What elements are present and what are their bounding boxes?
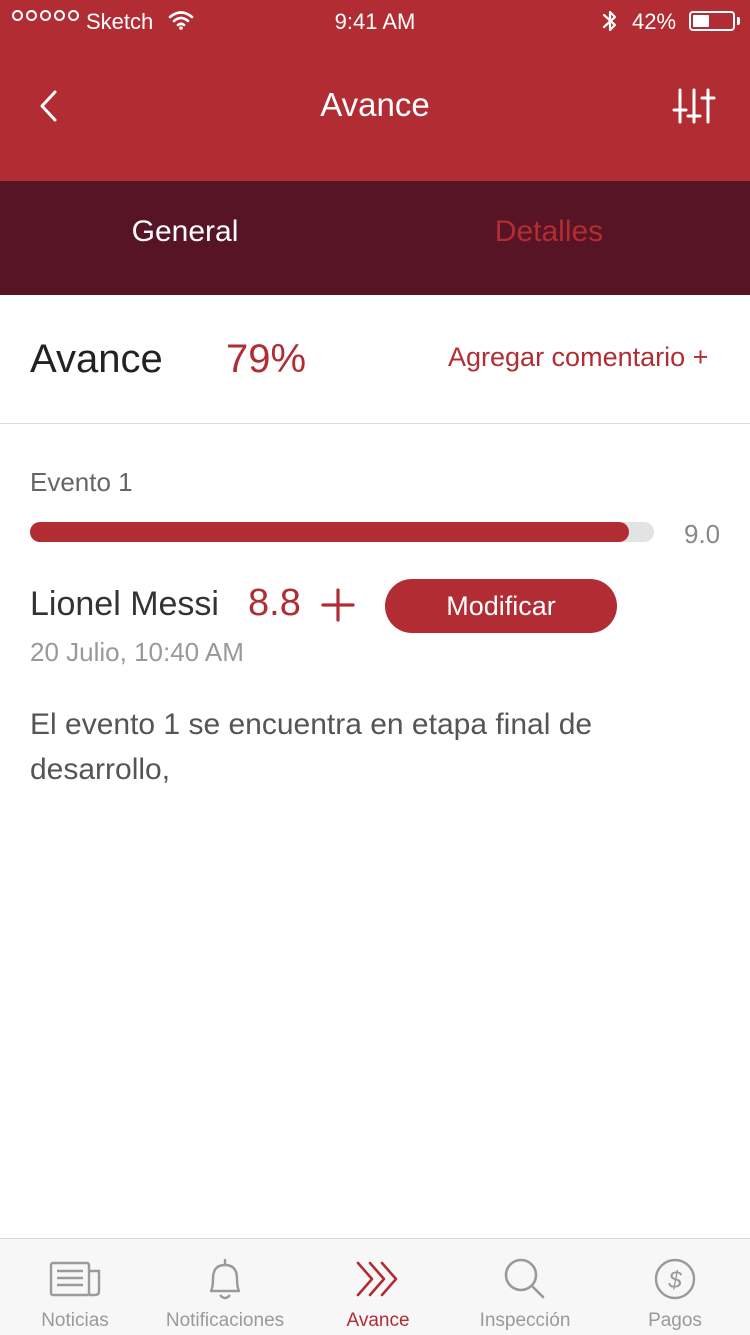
- svg-text:$: $: [667, 1267, 682, 1294]
- progress-fill: [30, 522, 630, 542]
- event-date: 20 Julio, 10:40 AM: [30, 637, 244, 667]
- tab-avance[interactable]: Avance: [300, 1239, 456, 1335]
- progress-max-value: 9.0: [684, 519, 721, 549]
- tab-detalles[interactable]: Detalles: [364, 215, 734, 249]
- user-name: Lionel Messi: [30, 585, 219, 623]
- bluetooth-icon: [602, 10, 617, 32]
- battery-icon: [689, 11, 735, 31]
- tab-label: Avance: [346, 1310, 410, 1331]
- page-title: Avance: [320, 86, 430, 123]
- search-icon: [504, 1258, 545, 1299]
- add-score-button[interactable]: [320, 587, 356, 623]
- tab-label: Notificaciones: [165, 1310, 285, 1331]
- battery-tip: [737, 17, 740, 25]
- sliders-icon[interactable]: [672, 86, 716, 126]
- tab-label: Noticias: [41, 1310, 109, 1331]
- chevrons-right-icon: [356, 1261, 398, 1297]
- tab-notificaciones[interactable]: Notificaciones: [150, 1239, 300, 1335]
- tab-general[interactable]: General: [0, 215, 370, 249]
- battery-percent: 42%: [632, 9, 677, 34]
- event-comment: El evento 1 se encuentra en etapa final …: [30, 708, 593, 786]
- battery-level: [693, 15, 709, 27]
- summary-label: Avance: [30, 337, 163, 381]
- tab-inspeccion[interactable]: Inspección: [450, 1239, 600, 1335]
- event-title: Evento 1: [30, 467, 133, 497]
- tab-noticias[interactable]: Noticias: [0, 1239, 150, 1335]
- header: Sketch 9:41 AM 42% Avance: [0, 0, 750, 181]
- add-comment-button[interactable]: Agregar comentario +: [448, 342, 708, 373]
- tab-label: Pagos: [648, 1310, 702, 1331]
- progress-summary: Avance 79% Agregar comentario +: [0, 295, 750, 424]
- modify-button[interactable]: Modificar: [385, 579, 617, 633]
- event-score: 8.8: [248, 582, 301, 624]
- bell-icon: [209, 1259, 241, 1300]
- tab-pagos[interactable]: $ Pagos: [600, 1239, 750, 1335]
- segment-control: General Detalles: [0, 181, 750, 295]
- dollar-icon: $: [654, 1258, 696, 1300]
- newspaper-icon: [49, 1261, 101, 1297]
- tab-label: Inspección: [479, 1310, 571, 1331]
- status-bar: Sketch 9:41 AM 42%: [0, 0, 750, 42]
- tab-bar: Noticias Notificaciones Avance Inspecció…: [0, 1238, 750, 1335]
- progress-track: [30, 522, 654, 542]
- summary-percent: 79%: [226, 337, 307, 381]
